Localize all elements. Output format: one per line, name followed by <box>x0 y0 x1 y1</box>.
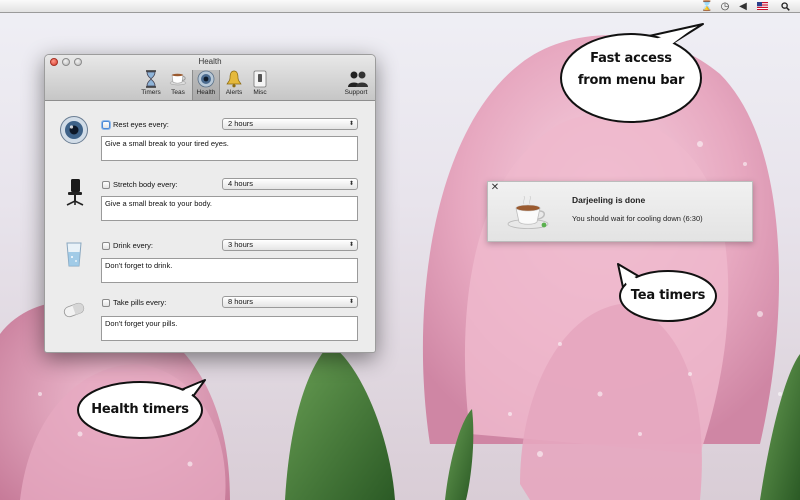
up-down-arrows-icon: ⬍ <box>348 242 354 248</box>
up-down-arrows-icon: ⬍ <box>348 181 354 187</box>
stretch-body-checkbox[interactable] <box>102 181 110 189</box>
notification-message: You should wait for cooling down (6:30) <box>572 214 703 223</box>
up-down-arrows-icon: ⬍ <box>348 121 354 127</box>
tea-done-notification[interactable]: ✕ Darjeeling is done You should wait for… <box>487 181 753 242</box>
pill-icon <box>63 302 85 318</box>
tab-misc-label: Misc <box>253 89 267 96</box>
drink-label: Drink every: <box>113 241 154 250</box>
window-toolbar: Health Timers Teas Health Alerts Misc Su… <box>45 55 375 101</box>
tab-health-label: Health <box>196 89 216 96</box>
drink-message-field[interactable]: Don't forget to drink. <box>101 258 358 283</box>
drink-interval-value: 3 hours <box>228 240 254 249</box>
tab-timers-label: Timers <box>141 89 161 96</box>
stretch-body-label: Stretch body every: <box>113 180 178 189</box>
rest-eyes-interval-value: 2 hours <box>228 119 254 128</box>
tab-alerts-label: Alerts <box>225 89 243 96</box>
take-pills-label: Take pills every: <box>113 298 167 307</box>
tab-alerts[interactable]: Alerts <box>222 70 246 100</box>
tab-support[interactable]: Support <box>341 70 371 100</box>
water-glass-icon <box>66 242 82 267</box>
eye-icon <box>197 70 215 88</box>
up-down-arrows-icon: ⬍ <box>348 299 354 305</box>
rest-eyes-message-field[interactable]: Give a small break to your tired eyes. <box>101 136 358 161</box>
switch-icon <box>251 70 269 88</box>
rest-eyes-checkbox[interactable] <box>102 121 110 129</box>
teacup-icon <box>507 196 549 229</box>
take-pills-message-field[interactable]: Don't forget your pills. <box>101 316 358 341</box>
tab-teas[interactable]: Teas <box>166 70 190 100</box>
notification-title: Darjeeling is done <box>572 195 646 205</box>
teacup-icon <box>169 70 187 88</box>
bell-icon <box>225 70 243 88</box>
people-icon <box>347 70 368 88</box>
office-chair-icon <box>66 179 84 206</box>
tab-misc[interactable]: Misc <box>248 70 272 100</box>
rest-eyes-label: Rest eyes every: <box>113 120 169 129</box>
tab-teas-label: Teas <box>171 89 185 96</box>
rest-eyes-interval-select[interactable]: 2 hours ⬍ <box>222 118 358 130</box>
drink-interval-select[interactable]: 3 hours ⬍ <box>222 239 358 251</box>
health-preferences-window: Health Timers Teas Health Alerts Misc Su… <box>44 54 376 353</box>
stretch-body-interval-select[interactable]: 4 hours ⬍ <box>222 178 358 190</box>
take-pills-interval-select[interactable]: 8 hours ⬍ <box>222 296 358 308</box>
hourglass-icon <box>142 70 160 88</box>
tab-support-label: Support <box>344 89 368 96</box>
stretch-body-interval-value: 4 hours <box>228 179 254 188</box>
eye-icon <box>60 116 88 144</box>
window-title: Health <box>198 57 222 66</box>
health-callout-text: Health timers <box>91 402 189 417</box>
tab-health[interactable]: Health <box>192 70 220 100</box>
drink-checkbox[interactable] <box>102 242 110 250</box>
menu-callout-text: Fast access from menu bar <box>577 51 685 88</box>
stretch-body-message-field[interactable]: Give a small break to your body. <box>101 196 358 221</box>
tab-timers[interactable]: Timers <box>137 70 165 100</box>
tea-callout-text: Tea timers <box>630 288 706 303</box>
take-pills-interval-value: 8 hours <box>228 297 254 306</box>
close-icon[interactable]: ✕ <box>490 183 500 193</box>
take-pills-checkbox[interactable] <box>102 299 110 307</box>
